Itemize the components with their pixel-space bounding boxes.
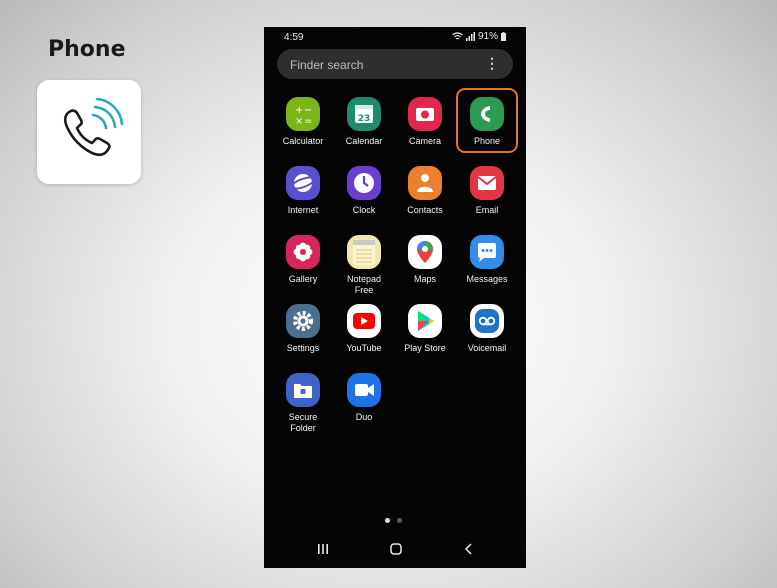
- app-secure-folder[interactable]: Secure Folder: [272, 373, 334, 434]
- phone-handset-icon: [63, 98, 123, 157]
- lesson-title: Phone: [48, 37, 126, 62]
- app-label: Duo: [355, 412, 373, 422]
- app-duo[interactable]: Duo: [333, 373, 395, 423]
- messages-icon[interactable]: [470, 235, 504, 269]
- back-icon[interactable]: [463, 543, 475, 555]
- app-label: Play Store: [404, 343, 446, 353]
- navigation-bar: [264, 539, 526, 563]
- app-label: YouTube: [346, 343, 382, 353]
- app-label: Messages: [466, 274, 508, 284]
- app-label: Maps: [413, 274, 436, 284]
- app-gallery[interactable]: Gallery: [272, 235, 334, 285]
- app-settings[interactable]: Settings: [272, 304, 334, 354]
- app-maps[interactable]: Maps: [394, 235, 456, 285]
- svg-text:−: −: [304, 105, 312, 116]
- status-icons: 91%: [452, 31, 506, 42]
- calendar-icon[interactable]: 23: [347, 97, 381, 131]
- internet-icon[interactable]: [286, 166, 320, 200]
- app-label: Secure Folder: [288, 412, 318, 433]
- status-time: 4:59: [284, 32, 304, 43]
- app-calculator[interactable]: + − × = Calculator: [272, 97, 334, 147]
- app-label: Clock: [352, 205, 376, 215]
- more-options-icon[interactable]: ⋮: [485, 56, 499, 70]
- voicemail-icon[interactable]: [470, 304, 504, 338]
- app-label: Notepad Free: [346, 274, 382, 295]
- home-icon[interactable]: [390, 543, 402, 555]
- camera-icon[interactable]: [408, 97, 442, 131]
- app-label: Calculator: [282, 136, 324, 146]
- recent-apps-icon[interactable]: [317, 543, 329, 555]
- phone-icon[interactable]: [470, 97, 504, 131]
- app-internet[interactable]: Internet: [272, 166, 334, 216]
- app-label: Contacts: [407, 205, 443, 215]
- app-youtube[interactable]: YouTube: [333, 304, 395, 354]
- app-label: Gallery: [288, 274, 318, 284]
- clock-icon[interactable]: [347, 166, 381, 200]
- app-label: Settings: [286, 343, 320, 353]
- settings-icon[interactable]: [286, 304, 320, 338]
- duo-icon[interactable]: [347, 373, 381, 407]
- play-store-icon[interactable]: [408, 304, 442, 338]
- app-label: Voicemail: [467, 343, 507, 353]
- app-calendar[interactable]: 23 Calendar: [333, 97, 395, 147]
- svg-text:=: =: [304, 116, 312, 127]
- app-messages[interactable]: Messages: [456, 235, 518, 285]
- svg-text:+: +: [295, 105, 303, 116]
- app-camera[interactable]: Camera: [394, 97, 456, 147]
- secure-folder-icon[interactable]: [286, 373, 320, 407]
- notepad-icon[interactable]: [347, 235, 381, 269]
- battery-icon: [501, 32, 506, 41]
- svg-text:×: ×: [295, 116, 303, 127]
- app-contacts[interactable]: Contacts: [394, 166, 456, 216]
- battery-percent: 91%: [477, 31, 498, 42]
- app-label: Phone: [473, 136, 501, 146]
- app-voicemail[interactable]: Voicemail: [456, 304, 518, 354]
- app-phone[interactable]: Phone: [456, 97, 518, 147]
- finder-search-bar[interactable]: Finder search ⋮: [277, 49, 513, 79]
- app-label: Calendar: [345, 136, 383, 146]
- phone-screen: 4:59 91% Finder search ⋮ + − × = Calculator 2…: [264, 27, 526, 568]
- maps-icon[interactable]: [408, 235, 442, 269]
- gallery-icon[interactable]: [286, 235, 320, 269]
- lesson-slide: Phone 4:59 91% Finder search ⋮ + − × = C…: [0, 0, 777, 588]
- contacts-icon[interactable]: [408, 166, 442, 200]
- search-placeholder[interactable]: Finder search: [290, 58, 363, 72]
- youtube-icon[interactable]: [347, 304, 381, 338]
- svg-text:23: 23: [358, 114, 371, 124]
- app-clock[interactable]: Clock: [333, 166, 395, 216]
- app-label: Internet: [287, 205, 319, 215]
- page-dot[interactable]: [397, 518, 402, 523]
- page-dot-active[interactable]: [385, 518, 390, 523]
- wifi-icon: [452, 32, 463, 40]
- page-indicator: [385, 518, 402, 523]
- signal-icon: [465, 32, 475, 41]
- calculator-icon[interactable]: + − × =: [286, 97, 320, 131]
- app-label: Camera: [408, 136, 441, 146]
- phone-app-tile: [37, 80, 141, 184]
- app-notepad-free[interactable]: Notepad Free: [333, 235, 395, 296]
- app-email[interactable]: Email: [456, 166, 518, 216]
- email-icon[interactable]: [470, 166, 504, 200]
- app-label: Email: [475, 205, 499, 215]
- app-play-store[interactable]: Play Store: [394, 304, 456, 354]
